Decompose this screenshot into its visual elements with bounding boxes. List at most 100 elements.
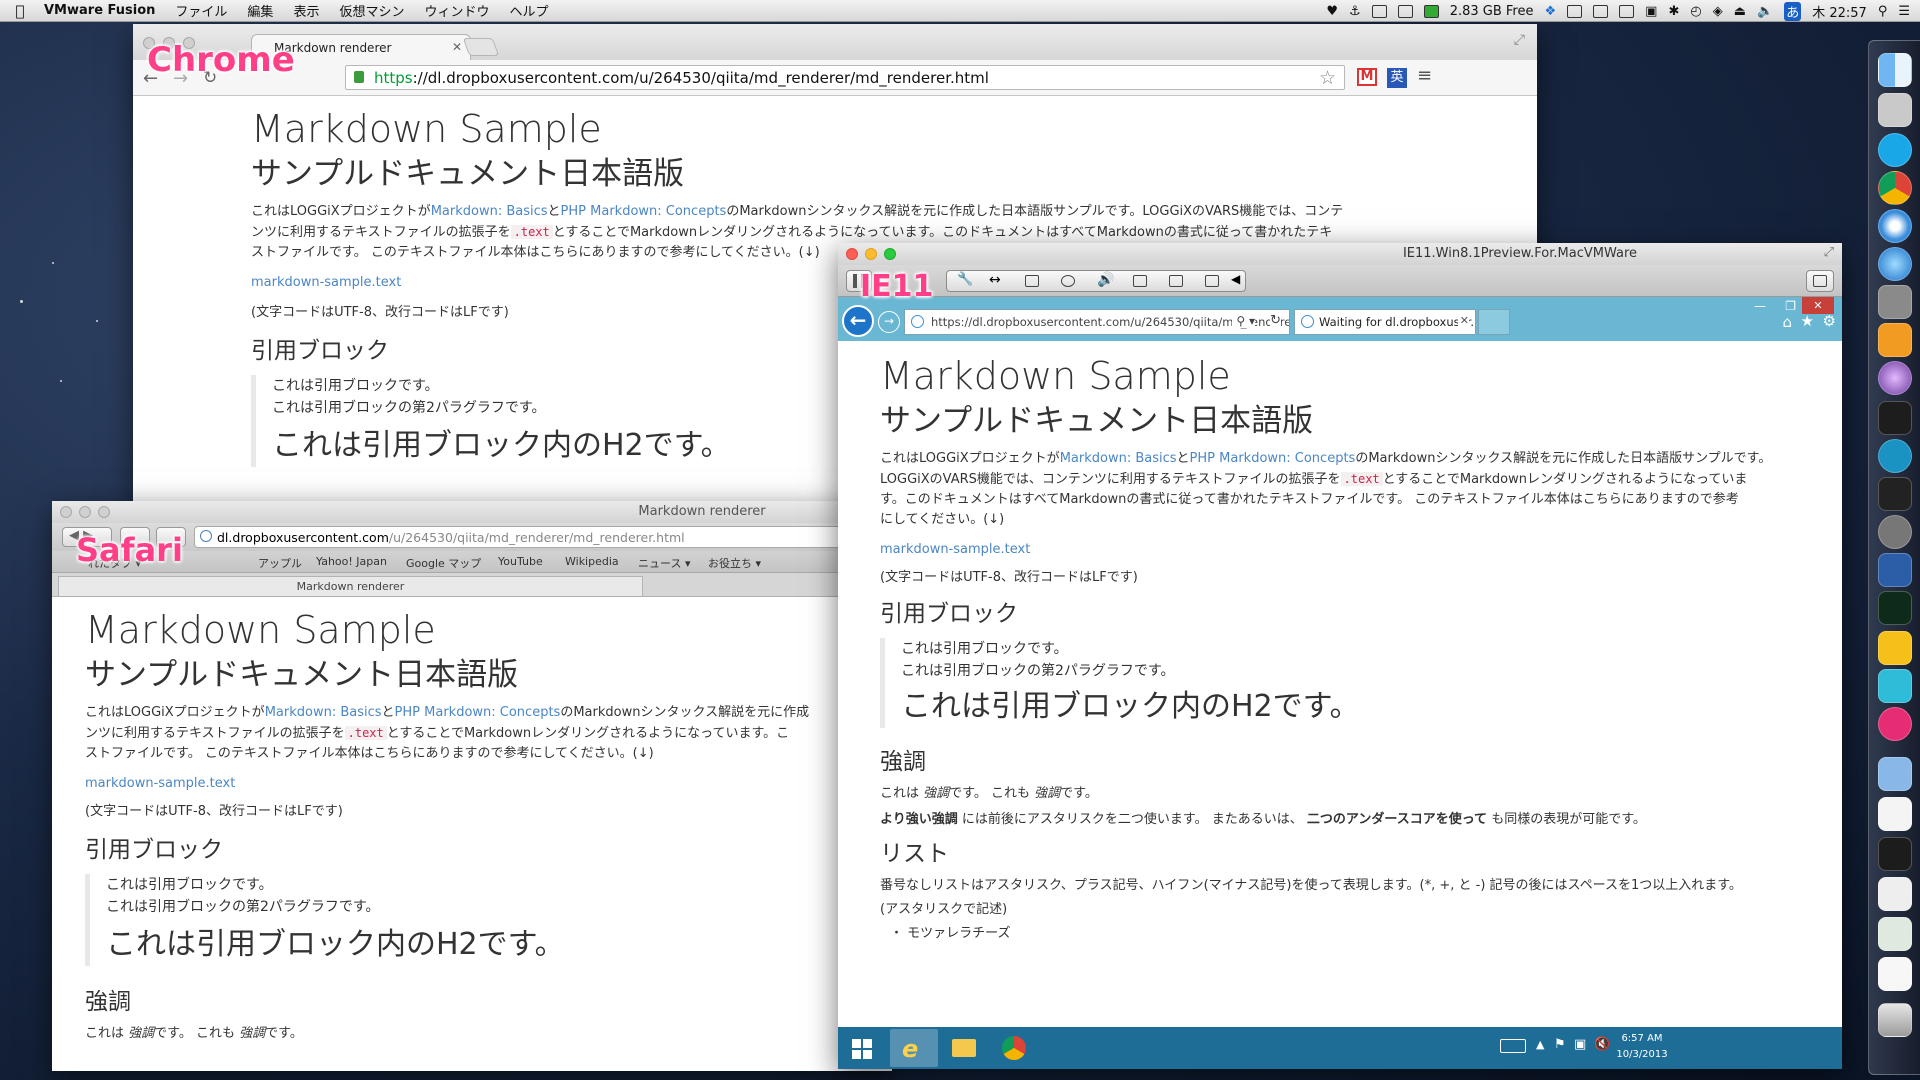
tray-expand-icon[interactable]: ▲ <box>1536 1038 1544 1051</box>
trash-icon[interactable] <box>1169 275 1183 287</box>
menu-edit[interactable]: 編集 <box>237 1 283 20</box>
time-machine-icon[interactable]: ◴ <box>1690 4 1701 19</box>
save-icon[interactable] <box>1025 275 1039 287</box>
bookmark-useful[interactable]: お役立ち ▾ <box>708 555 761 571</box>
volume-muted-icon[interactable]: 🔇 <box>1594 1037 1610 1052</box>
minimize-window-button[interactable] <box>865 248 877 260</box>
settings-gear-icon[interactable]: ⚙ <box>1823 312 1836 330</box>
gem-app-icon[interactable] <box>1878 707 1912 741</box>
link-markdown-basics[interactable]: Markdown: Basics <box>431 204 548 219</box>
tab-close-icon[interactable]: ✕ <box>1457 314 1469 327</box>
ie-minimize-button[interactable]: — <box>1754 299 1766 313</box>
input-mode-indicator[interactable]: あ <box>1784 1 1802 21</box>
shield-icon[interactable] <box>1371 4 1387 18</box>
document-preview-icon[interactable] <box>1878 797 1912 831</box>
skype-icon[interactable] <box>1878 133 1912 167</box>
network-icon[interactable] <box>1205 275 1219 287</box>
browser-globe-icon[interactable] <box>1878 361 1912 395</box>
tab-close-icon[interactable]: ✕ <box>452 40 462 54</box>
copy-icon[interactable] <box>1397 4 1413 18</box>
bookmark-google-maps[interactable]: Google マップ <box>406 555 481 571</box>
arrows-icon[interactable]: ↔ <box>989 272 1001 288</box>
trash-can-icon[interactable] <box>1878 1003 1912 1037</box>
vim-icon[interactable] <box>1878 477 1912 511</box>
search-icon[interactable]: ⚲ ▾ <box>1232 314 1255 328</box>
vmware-fusion-icon[interactable] <box>1878 553 1912 587</box>
activity-monitor-icon[interactable] <box>1878 591 1912 625</box>
heart-icon[interactable]: ♥ <box>1326 4 1338 19</box>
chrome-menu-icon[interactable]: ≡ <box>1417 65 1432 86</box>
notification-center-icon[interactable]: ☰ <box>1898 4 1910 19</box>
menu-file[interactable]: ファイル <box>165 1 237 20</box>
vm-unity-button[interactable] <box>1806 270 1834 292</box>
ie-back-button[interactable]: ← <box>842 305 874 337</box>
taskbar-ie-button[interactable]: e <box>890 1029 938 1067</box>
bookmark-youtube[interactable]: YouTube <box>498 555 543 568</box>
bookmark-apple[interactable]: アップル <box>258 555 302 571</box>
gmail-icon[interactable]: M <box>1357 68 1377 86</box>
tray-clock[interactable]: 6:57 AM 10/3/2013 <box>1614 1031 1670 1063</box>
bookmark-star-icon[interactable]: ☆ <box>1319 67 1336 89</box>
document-icon[interactable] <box>1878 877 1912 911</box>
new-tab-button[interactable] <box>462 38 500 56</box>
home-icon[interactable]: ⌂ <box>1782 313 1792 331</box>
link-php-markdown[interactable]: PHP Markdown: Concepts <box>561 204 727 219</box>
ie-forward-button[interactable]: → <box>878 311 900 333</box>
usb-icon[interactable] <box>1133 275 1147 287</box>
spreadsheet-icon[interactable] <box>1878 917 1912 951</box>
chevron-left-icon[interactable]: ◀ <box>1231 272 1240 286</box>
menu-virtual-machine[interactable]: 仮想マシン <box>329 1 414 20</box>
bluetooth-icon[interactable]: ✱ <box>1668 4 1679 19</box>
xcode-app-icon[interactable] <box>1878 669 1912 703</box>
zoom-window-button[interactable] <box>884 248 896 260</box>
new-tab-button[interactable] <box>1478 309 1510 335</box>
launchpad-icon[interactable] <box>1878 515 1912 549</box>
menubar-clock[interactable]: 木 22:57 <box>1812 2 1867 21</box>
menu-view[interactable]: 表示 <box>283 1 329 20</box>
close-window-button[interactable] <box>846 248 858 260</box>
disk-icon[interactable] <box>1423 4 1439 18</box>
sublime-text-icon[interactable] <box>1878 323 1912 357</box>
volume-icon[interactable]: 🔈 <box>1757 4 1773 19</box>
calendar-icon[interactable] <box>1567 4 1583 18</box>
display-icon[interactable]: ▣ <box>1645 4 1657 19</box>
zoom-window-button[interactable] <box>98 506 110 518</box>
bookmark-news[interactable]: ニュース ▾ <box>638 555 690 571</box>
ie-address-bar[interactable]: https://dl.dropboxusercontent.com/u/2645… <box>904 309 1290 335</box>
disk-free-text[interactable]: 2.83 GB Free <box>1450 4 1534 19</box>
spotlight-icon[interactable]: ⚲ <box>1878 4 1888 19</box>
apple-menu-icon[interactable]:  <box>0 2 40 20</box>
link-markdown-basics[interactable]: Markdown: Basics <box>265 705 382 720</box>
refresh-icon[interactable]: ↻ <box>1270 313 1281 328</box>
close-window-button[interactable] <box>60 506 72 518</box>
chrome-address-bar[interactable]: https://dl.dropboxusercontent.com/u/2645… <box>345 65 1345 90</box>
ie-restore-button[interactable]: ❐ <box>1785 299 1796 313</box>
taskbar-chrome-button[interactable] <box>990 1029 1038 1067</box>
sample-file-link[interactable]: markdown-sample.text <box>880 540 1830 560</box>
fullscreen-icon[interactable]: ⤢ <box>1824 245 1834 260</box>
safari-address-bar[interactable]: dl.dropboxusercontent.com/u/264530/qiita… <box>194 526 892 548</box>
chrome-dock-icon[interactable] <box>1878 171 1912 205</box>
cube-app-icon[interactable] <box>1878 631 1912 665</box>
printer-icon[interactable] <box>1061 275 1075 287</box>
wrench-icon[interactable]: 🔧 <box>957 272 973 287</box>
dropbox-icon[interactable]: ❖ <box>1545 4 1557 19</box>
action-center-flag-icon[interactable]: ⚑ <box>1554 1037 1566 1052</box>
terminal-icon[interactable] <box>1878 401 1912 435</box>
app-switcher-icon[interactable] <box>1878 93 1912 127</box>
ime-extension-button[interactable]: 英 <box>1387 68 1407 88</box>
windows-start-button[interactable] <box>840 1029 888 1067</box>
link-php-markdown[interactable]: PHP Markdown: Concepts <box>1190 451 1356 466</box>
wifi-icon[interactable]: ◈ <box>1713 4 1723 19</box>
battery-icon[interactable] <box>1593 4 1609 18</box>
link-markdown-basics[interactable]: Markdown: Basics <box>1060 451 1177 466</box>
vm-tools-group[interactable]: 🔧 ↔ 🔊 ◀ <box>946 270 1246 292</box>
folder-dock-icon[interactable] <box>1878 757 1912 791</box>
finder-icon[interactable] <box>1878 53 1912 87</box>
keyboard-icon[interactable] <box>1500 1039 1526 1053</box>
ie-tab-active[interactable]: Waiting for dl.dropboxuser... ✕ <box>1294 309 1476 335</box>
eject-icon[interactable]: ⏏ <box>1734 4 1746 19</box>
menu-window[interactable]: ウィンドウ <box>414 1 499 20</box>
taskbar-explorer-button[interactable] <box>940 1029 988 1067</box>
printer-icon[interactable] <box>1619 4 1635 18</box>
